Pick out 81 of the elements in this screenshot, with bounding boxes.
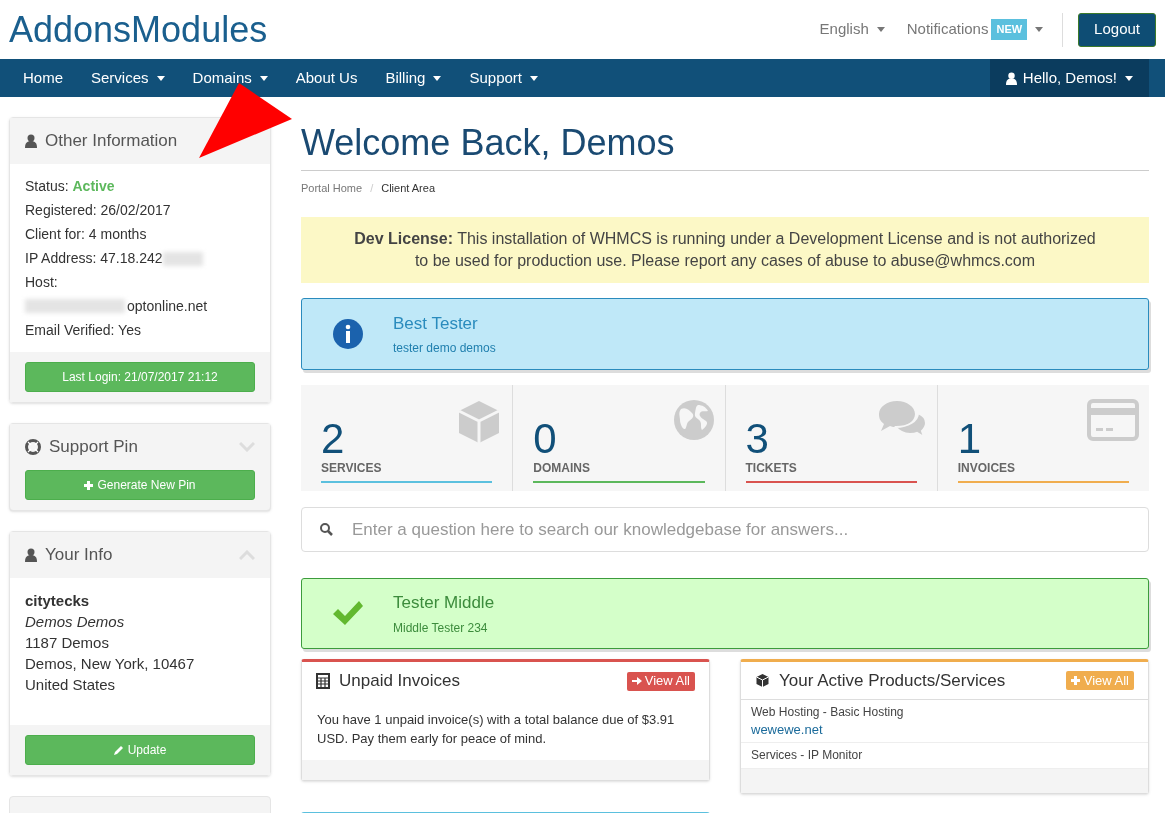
caret-icon xyxy=(1035,27,1044,32)
caret-icon xyxy=(433,75,442,81)
stat-tile[interactable]: 3 TICKETS xyxy=(724,385,937,491)
arrow-right-icon xyxy=(631,676,642,686)
panel-title: Other Information xyxy=(45,130,178,153)
panel-title: Your Active Products/Services xyxy=(779,669,1006,692)
info-line: Host: xyxy=(25,273,59,292)
caret-icon xyxy=(530,75,538,81)
stat-count: 2 xyxy=(321,417,346,461)
caret-icon xyxy=(1125,75,1133,81)
info-line: Client for: 4 months xyxy=(25,225,148,244)
search-icon xyxy=(320,523,333,536)
nav-item[interactable]: Home xyxy=(9,66,77,90)
invoice-summary: You have 1 unpaid invoice(s) with a total balance due of $3.91 USD. Pay them early for peace of mind. xyxy=(316,711,676,748)
panel-title: Unpaid Invoices xyxy=(339,670,460,693)
caret-icon xyxy=(259,75,268,81)
cube-icon xyxy=(755,673,770,688)
info-line: Email Verified: Yes xyxy=(25,321,142,340)
product-name: Services - IP Monitor xyxy=(751,747,864,764)
language-menu[interactable]: English xyxy=(819,18,885,41)
banner-title: Best Tester xyxy=(393,312,479,335)
breadcrumb-item: Client Area xyxy=(381,180,435,196)
product-row[interactable]: Web Hosting - Basic Hosting wewewe.net xyxy=(741,700,1148,743)
full-name: Demos Demos xyxy=(25,612,126,632)
plus-icon xyxy=(1070,676,1080,685)
banner-subtitle: tester demo demos xyxy=(393,340,496,358)
domain-link[interactable]: wewewe.net xyxy=(751,721,1138,738)
info-label: Status: xyxy=(25,178,69,194)
nav-item[interactable]: About Us xyxy=(281,66,372,90)
checkmark-icon xyxy=(332,599,364,628)
page-title: Welcome Back, Demos xyxy=(301,121,676,165)
breadcrumb-item[interactable]: Portal Home xyxy=(301,179,363,197)
info-line: Registered: 26/02/2017 xyxy=(25,201,172,220)
user-icon xyxy=(1005,71,1017,85)
banner-title: Tester Middle xyxy=(393,592,495,615)
redacted-text xyxy=(162,252,203,267)
globe-icon xyxy=(672,399,715,441)
address-line: United States xyxy=(25,675,117,695)
view-all-button[interactable]: View All xyxy=(626,671,695,691)
calculator-icon xyxy=(316,673,330,689)
username: citytecks xyxy=(25,591,91,611)
caret-icon xyxy=(876,27,885,32)
notifications-menu[interactable]: Notifications NEW xyxy=(906,18,1044,41)
user-icon xyxy=(25,134,37,148)
stat-label: SERVICES xyxy=(321,460,383,477)
pencil-icon xyxy=(113,745,124,755)
stat-tile[interactable]: 1 INVOICES xyxy=(936,385,1149,491)
caret-icon xyxy=(156,75,165,81)
stat-count: 1 xyxy=(957,417,983,461)
address-line: Demos, New York, 10467 xyxy=(25,654,196,674)
credit-card-icon xyxy=(1087,399,1139,441)
info-line: optonline.net xyxy=(127,297,208,316)
stat-count: 0 xyxy=(533,417,558,461)
nav-item[interactable]: Billing xyxy=(371,66,456,90)
user-icon xyxy=(25,548,37,562)
user-menu[interactable]: Hello, Demos! xyxy=(989,59,1149,97)
stat-label: DOMAINS xyxy=(533,460,591,477)
info-line: IP Address: 47.18.242 xyxy=(25,249,163,268)
lifebuoy-icon xyxy=(25,439,41,455)
stat-count: 3 xyxy=(745,417,770,461)
breadcrumb-separator: / xyxy=(370,180,374,196)
stat-label: INVOICES xyxy=(957,460,1017,477)
panel-title: Support Pin xyxy=(49,436,138,459)
status-value: Active xyxy=(72,178,115,194)
nav-item[interactable]: Domains xyxy=(178,66,282,90)
banner-subtitle: Middle Tester 234 xyxy=(393,619,489,637)
info-icon xyxy=(332,318,364,350)
logout-button[interactable]: Logout xyxy=(1078,12,1156,47)
address-line: 1187 Demos xyxy=(25,633,110,653)
panel-title: Your Info xyxy=(45,544,113,567)
license-alert: Dev License: This installation of WHMCS is running under a Development License and is not authorized to be used for production use. Please report any cases of abuse to abuse@whmcs.com xyxy=(301,217,1149,283)
stat-tile[interactable]: 0 DOMAINS xyxy=(512,385,725,491)
nav-item[interactable]: Services xyxy=(77,66,179,90)
knowledgebase-search-field[interactable]: Enter a question here to search our knowledgebase for answers... xyxy=(301,507,1149,552)
new-badge: NEW xyxy=(991,19,1028,40)
site-logo[interactable]: AddonsModules xyxy=(9,11,268,48)
nav-item[interactable]: Support xyxy=(455,66,552,90)
plus-icon xyxy=(84,480,94,490)
stat-label: TICKETS xyxy=(745,460,798,477)
product-name: Web Hosting - Basic Hosting xyxy=(751,704,905,721)
stat-tile[interactable]: 2 SERVICES xyxy=(301,385,513,491)
